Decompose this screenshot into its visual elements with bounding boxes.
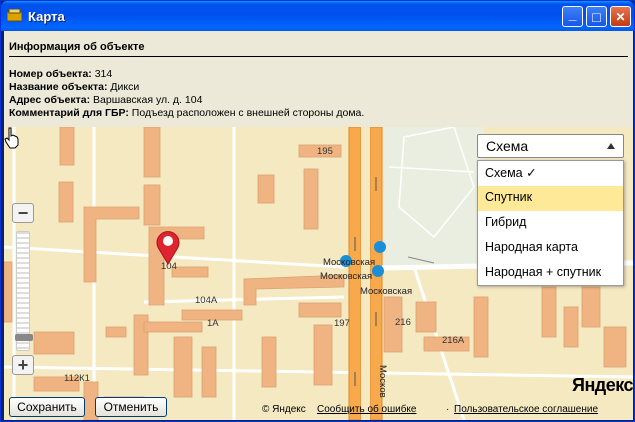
object-number-row: Номер объекта: 314 bbox=[9, 68, 112, 80]
window-client: Информация об объекте Номер объекта: 314… bbox=[4, 31, 633, 420]
zoom-slider[interactable] bbox=[15, 231, 33, 351]
street-label-moskovskaya-1: Московская bbox=[323, 257, 375, 268]
zoom-out-button[interactable]: − bbox=[12, 203, 34, 223]
close-icon: ✕ bbox=[615, 9, 626, 24]
maximize-button[interactable]: □ bbox=[586, 6, 607, 27]
street-label-moskovskaya-2: Московская bbox=[320, 271, 372, 282]
report-error-link[interactable]: Сообщить об ошибке bbox=[317, 404, 416, 415]
object-name-value: Дикси bbox=[110, 81, 140, 93]
object-comment-row: Комментарий для ГБР: Подъезд расположен … bbox=[9, 107, 364, 119]
map-view[interactable]: 195 104A 1A 197 216 216A 112К1 104 Моско… bbox=[4, 127, 633, 420]
object-number-label: Номер объекта: bbox=[9, 68, 92, 80]
user-agreement-link[interactable]: Пользовательское соглашение bbox=[454, 404, 598, 415]
minimize-icon: _ bbox=[568, 5, 577, 22]
map-type-option-satellite[interactable]: Спутник bbox=[478, 186, 623, 211]
map-label-216: 216 bbox=[395, 317, 411, 328]
window-title: Карта bbox=[28, 9, 65, 24]
window-icon bbox=[7, 9, 22, 22]
map-type-menu: Схема ✓ Спутник Гибрид Народная карта На… bbox=[477, 160, 624, 286]
yandex-logo: Яндекс bbox=[572, 375, 633, 395]
minimize-button[interactable]: _ bbox=[562, 6, 583, 27]
map-window: Карта _ □ ✕ Информация об объекте Номер … bbox=[0, 0, 635, 422]
triangle-up-icon bbox=[607, 143, 615, 149]
object-comment-label: Комментарий для ГБР: bbox=[9, 107, 129, 119]
map-type-selected: Схема bbox=[486, 138, 529, 154]
object-name-row: Название объекта: Дикси bbox=[9, 81, 139, 93]
footer-separator: · bbox=[446, 404, 450, 415]
info-header: Информация об объекте bbox=[9, 41, 628, 57]
object-address-label: Адрес объекта: bbox=[9, 94, 91, 106]
close-button[interactable]: ✕ bbox=[610, 6, 631, 27]
minus-icon: − bbox=[17, 203, 29, 223]
map-type-option-people[interactable]: Народная карта bbox=[478, 236, 623, 261]
map-label-112k1: 112К1 bbox=[64, 373, 90, 384]
object-name-label: Название объекта: bbox=[9, 81, 108, 93]
map-label-195: 195 bbox=[317, 146, 333, 157]
map-label-216a: 216A bbox=[442, 335, 465, 346]
map-label-104a: 104A bbox=[195, 295, 218, 306]
object-comment-value: Подъезд расположен с внешней стороны дом… bbox=[131, 107, 365, 119]
object-number-value: 314 bbox=[94, 68, 113, 80]
save-button[interactable]: Сохранить bbox=[9, 397, 85, 417]
map-type-option-people-satellite[interactable]: Народная + спутник bbox=[478, 261, 623, 286]
copyright-text: © Яндекс bbox=[262, 404, 306, 415]
zoom-in-button[interactable]: + bbox=[12, 355, 34, 375]
object-address-value: Варшавская ул. д. 104 bbox=[93, 94, 203, 106]
zoom-slider-handle[interactable] bbox=[15, 334, 33, 341]
hand-cursor-icon bbox=[4, 127, 19, 149]
object-address-row: Адрес объекта: Варшавская ул. д. 104 bbox=[9, 94, 202, 106]
title-bar[interactable]: Карта _ □ ✕ bbox=[1, 1, 634, 31]
map-label-1a: 1A bbox=[207, 318, 219, 329]
map-type-option-scheme[interactable]: Схема ✓ bbox=[478, 161, 623, 186]
street-label-moskovskaya-3: Московская bbox=[360, 286, 412, 297]
cancel-button[interactable]: Отменить bbox=[95, 397, 167, 417]
plus-icon: + bbox=[17, 355, 29, 375]
street-label-vertical: Москов bbox=[377, 365, 388, 398]
map-type-option-hybrid[interactable]: Гибрид bbox=[478, 211, 623, 236]
maximize-icon: □ bbox=[592, 8, 601, 25]
map-type-select[interactable]: Схема bbox=[477, 134, 624, 158]
map-label-197: 197 bbox=[334, 318, 350, 329]
